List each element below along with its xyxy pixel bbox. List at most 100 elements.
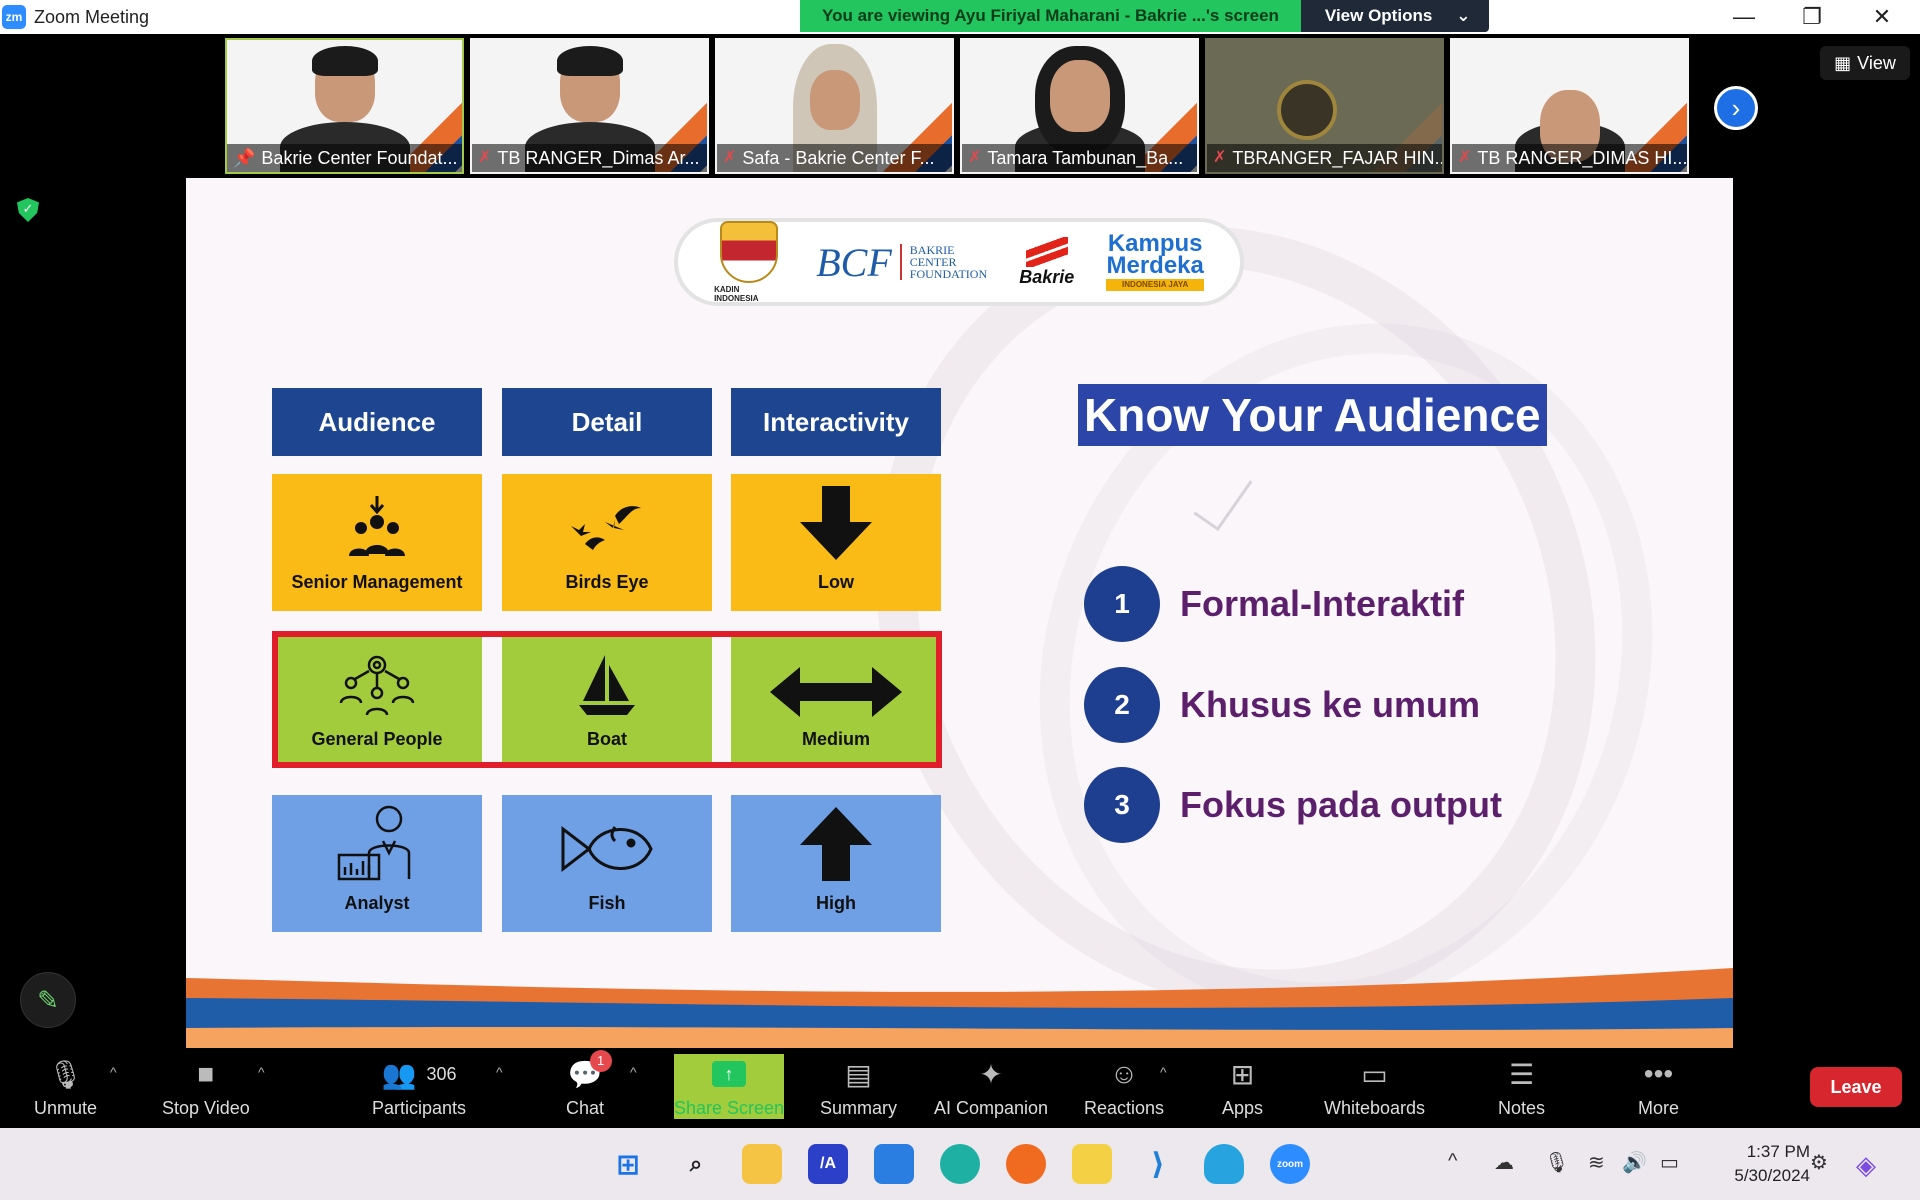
notes-button[interactable]: ☰ Notes [1498,1054,1545,1119]
share-screen-button[interactable]: ↑ Share Screen [674,1054,785,1119]
chat-options-caret-icon[interactable]: ^ [630,1064,637,1080]
chevron-right-icon: › [1731,92,1741,123]
apps-icon: ⊞ [1230,1058,1255,1090]
apps-button[interactable]: ⊞ Apps [1222,1054,1263,1119]
ai-companion-label: AI Companion [934,1098,1049,1118]
volume-icon[interactable]: 🔊 [1622,1150,1647,1175]
pencil-icon: ✎ [37,984,59,1015]
mic-muted-icon: 🎙 [47,1058,84,1090]
notification-icon[interactable]: ⚙ [1810,1150,1828,1175]
point-item: 3 Fokus pada output [1084,767,1502,843]
participant-tile[interactable]: ✗ Tamara Tambunan_Ba... [960,38,1199,174]
participant-thumbnail-strip: 📌 Bakrie Center Foundat... ✗ TB RANGER_Dim… [225,38,1689,174]
whiteboards-button[interactable]: ▭ Whiteboards [1324,1054,1425,1119]
summary-label: Summary [820,1098,898,1118]
notepad-icon[interactable] [1072,1144,1112,1184]
chat-badge: 1 [589,1050,612,1072]
stop-video-button[interactable]: ■ Stop Video [162,1054,250,1119]
meeting-toolbar: 🎙 Unmute ^ ■ Stop Video ^ 👥 306 Particip… [0,1048,1920,1128]
store-icon[interactable] [874,1144,914,1184]
participant-tile[interactable]: ✗ TBRANGER_FAJAR HIN... [1205,38,1444,174]
view-button[interactable]: ▦ View [1820,46,1910,80]
clock-date: 5/30/2024 [1734,1166,1810,1185]
participant-tile[interactable]: ✗ TB RANGER_DIMAS HI... [1450,38,1689,174]
share-screen-icon: ↑ [712,1054,747,1094]
app-icon-ai[interactable]: /A [808,1144,848,1184]
cell-label: Analyst [344,893,410,913]
file-explorer-icon[interactable] [742,1144,782,1184]
windows-start-icon[interactable]: ⊞ [608,1144,648,1184]
ai-companion-button[interactable]: ✦ AI Companion [934,1054,1048,1119]
view-options-button[interactable]: View Options ⌄ [1300,0,1489,32]
fish-icon [561,825,653,873]
participant-name: TB RANGER_Dimas Ar... [497,148,700,168]
onedrive-icon[interactable]: ☁ [1494,1150,1514,1175]
unmute-button[interactable]: 🎙 Unmute [34,1054,97,1119]
participant-tile[interactable]: 📌 Bakrie Center Foundat... [225,38,464,174]
notes-icon: ☰ [1508,1058,1535,1090]
bcf-logo: BCF BAKRIE CENTER FOUNDATION [816,239,987,286]
notes-label: Notes [1498,1098,1546,1118]
cell-fish: Fish [502,795,712,932]
leave-button[interactable]: Leave [1810,1067,1902,1107]
summary-button[interactable]: ▤ Summary [820,1054,897,1119]
reactions-button[interactable]: ☺ Reactions [1084,1054,1164,1119]
participant-tile[interactable]: ✗ TB RANGER_Dimas Ar... [470,38,709,174]
vscode-icon[interactable]: ⟩ [1138,1144,1178,1184]
stop-video-label: Stop Video [162,1098,250,1118]
header-interactivity: Interactivity [731,388,941,456]
encryption-shield-icon[interactable]: ✓ [17,198,39,222]
shared-slide: KADIN INDONESIA BCF BAKRIE CENTER FOUNDA… [186,178,1733,1048]
view-label: View [1857,52,1896,73]
participants-button[interactable]: 👥 306 Participants [372,1054,466,1119]
slide-title: Know Your Audience [1078,384,1547,446]
wifi-icon[interactable]: ≋ [1588,1150,1605,1175]
zoom-app-icon[interactable]: zoom [1270,1144,1310,1184]
apps-label: Apps [1222,1098,1264,1118]
participants-options-caret-icon[interactable]: ^ [496,1064,503,1080]
app-icon-cloud[interactable] [1204,1144,1244,1184]
battery-icon[interactable]: ▭ [1660,1150,1679,1175]
cell-low: Low [731,474,941,611]
smiley-icon: ☺ [1109,1058,1139,1089]
more-dots-icon: ••• [1643,1058,1674,1089]
sparkle-icon: ✦ [979,1058,1003,1090]
edge-browser-icon[interactable] [940,1144,980,1184]
whiteboards-label: Whiteboards [1324,1098,1426,1118]
firefox-icon[interactable] [1006,1144,1046,1184]
point-item: 1 Formal-Interaktif [1084,566,1464,642]
analyst-icon [337,805,411,881]
share-banner-message: You are viewing Ayu Firiyal Maharani - B… [800,0,1301,32]
windows-taskbar: ⊞ ⌕ /A ⟩ zoom ^ ☁ 🎙 ≋ 🔊 ▭ 1:37 PM 5/30/2… [0,1128,1920,1200]
title-bar: zm Zoom Meeting You are viewing Ayu Firi… [0,0,1920,34]
audio-options-caret-icon[interactable]: ^ [110,1064,117,1080]
muted-mic-icon: ✗ [478,149,492,166]
bcf-text-line: FOUNDATION [909,267,988,281]
participant-name: TB RANGER_DIMAS HI... [1477,148,1687,168]
system-clock[interactable]: 1:37 PM 5/30/2024 [1700,1140,1810,1188]
chat-button[interactable]: 💬 1 Chat [566,1050,612,1119]
minimize-icon[interactable]: — [1714,0,1774,34]
search-icon[interactable]: ⌕ [676,1144,716,1184]
muted-mic-icon: ✗ [1458,149,1472,166]
mic-tray-icon[interactable]: 🎙 [1544,1150,1569,1175]
whiteboard-icon: ▭ [1361,1058,1388,1090]
participants-label: Participants [372,1098,467,1118]
more-button[interactable]: ••• More [1638,1054,1679,1119]
restore-icon[interactable]: ❐ [1782,0,1842,34]
cell-label: Birds Eye [565,572,649,592]
tray-overflow-chevron-icon[interactable]: ^ [1448,1150,1457,1173]
copilot-icon[interactable]: ◈ [1856,1150,1876,1181]
close-icon[interactable]: ✕ [1852,0,1912,34]
kadin-logo: KADIN INDONESIA [714,221,784,303]
footer-wave-decoration [186,968,1733,1048]
chevron-down-icon: ⌄ [1456,6,1471,25]
senior-management-icon [349,496,405,556]
point-item: 2 Khusus ke umum [1084,667,1480,743]
annotate-pencil-button[interactable]: ✎ [20,972,76,1028]
video-options-caret-icon[interactable]: ^ [258,1064,265,1080]
reactions-options-caret-icon[interactable]: ^ [1160,1064,1167,1080]
cell-analyst: Analyst [272,795,482,932]
participant-tile[interactable]: ✗ Safa - Bakrie Center F... [715,38,954,174]
next-page-button[interactable]: › [1714,86,1758,130]
